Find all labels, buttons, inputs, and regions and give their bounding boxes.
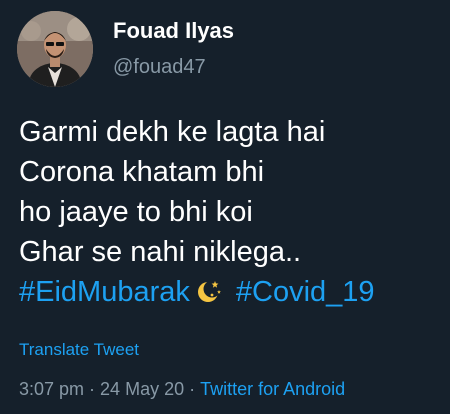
tweet-line: Corona khatam bhi (19, 156, 265, 188)
translate-tweet-link[interactable]: Translate Tweet (19, 339, 139, 361)
tweet-time[interactable]: 3:07 pm (19, 379, 84, 399)
crescent-moon-stars-icon (196, 275, 222, 302)
tweet-text: Garmi dekh ke lagta hai Corona khatam bh… (19, 112, 439, 312)
hashtag-line: #EidMubarak #Covid_19 (19, 272, 439, 312)
meta-separator: · (89, 379, 96, 399)
avatar[interactable] (17, 11, 93, 87)
hashtag-eid-mubarak[interactable]: #EidMubarak (19, 276, 190, 308)
tweet-line: Garmi dekh ke lagta hai (19, 116, 326, 148)
meta-separator: · (189, 379, 196, 399)
tweet-line: ho jaaye to bhi koi (19, 196, 253, 228)
tweet-source-link[interactable]: Twitter for Android (200, 379, 345, 399)
author-handle[interactable]: @fouad47 (113, 54, 234, 80)
hashtag-covid-19[interactable]: #Covid_19 (236, 276, 375, 308)
tweet-line: Ghar se nahi niklega.. (19, 236, 302, 268)
author-names: Fouad Ilyas @fouad47 (113, 18, 234, 80)
avatar-image (17, 11, 93, 87)
tweet-date[interactable]: 24 May 20 (100, 379, 184, 399)
tweet-meta: 3:07 pm · 24 May 20 · Twitter for Android (19, 377, 345, 401)
tweet-header: Fouad Ilyas @fouad47 (17, 11, 234, 87)
author-display-name[interactable]: Fouad Ilyas (113, 18, 234, 44)
